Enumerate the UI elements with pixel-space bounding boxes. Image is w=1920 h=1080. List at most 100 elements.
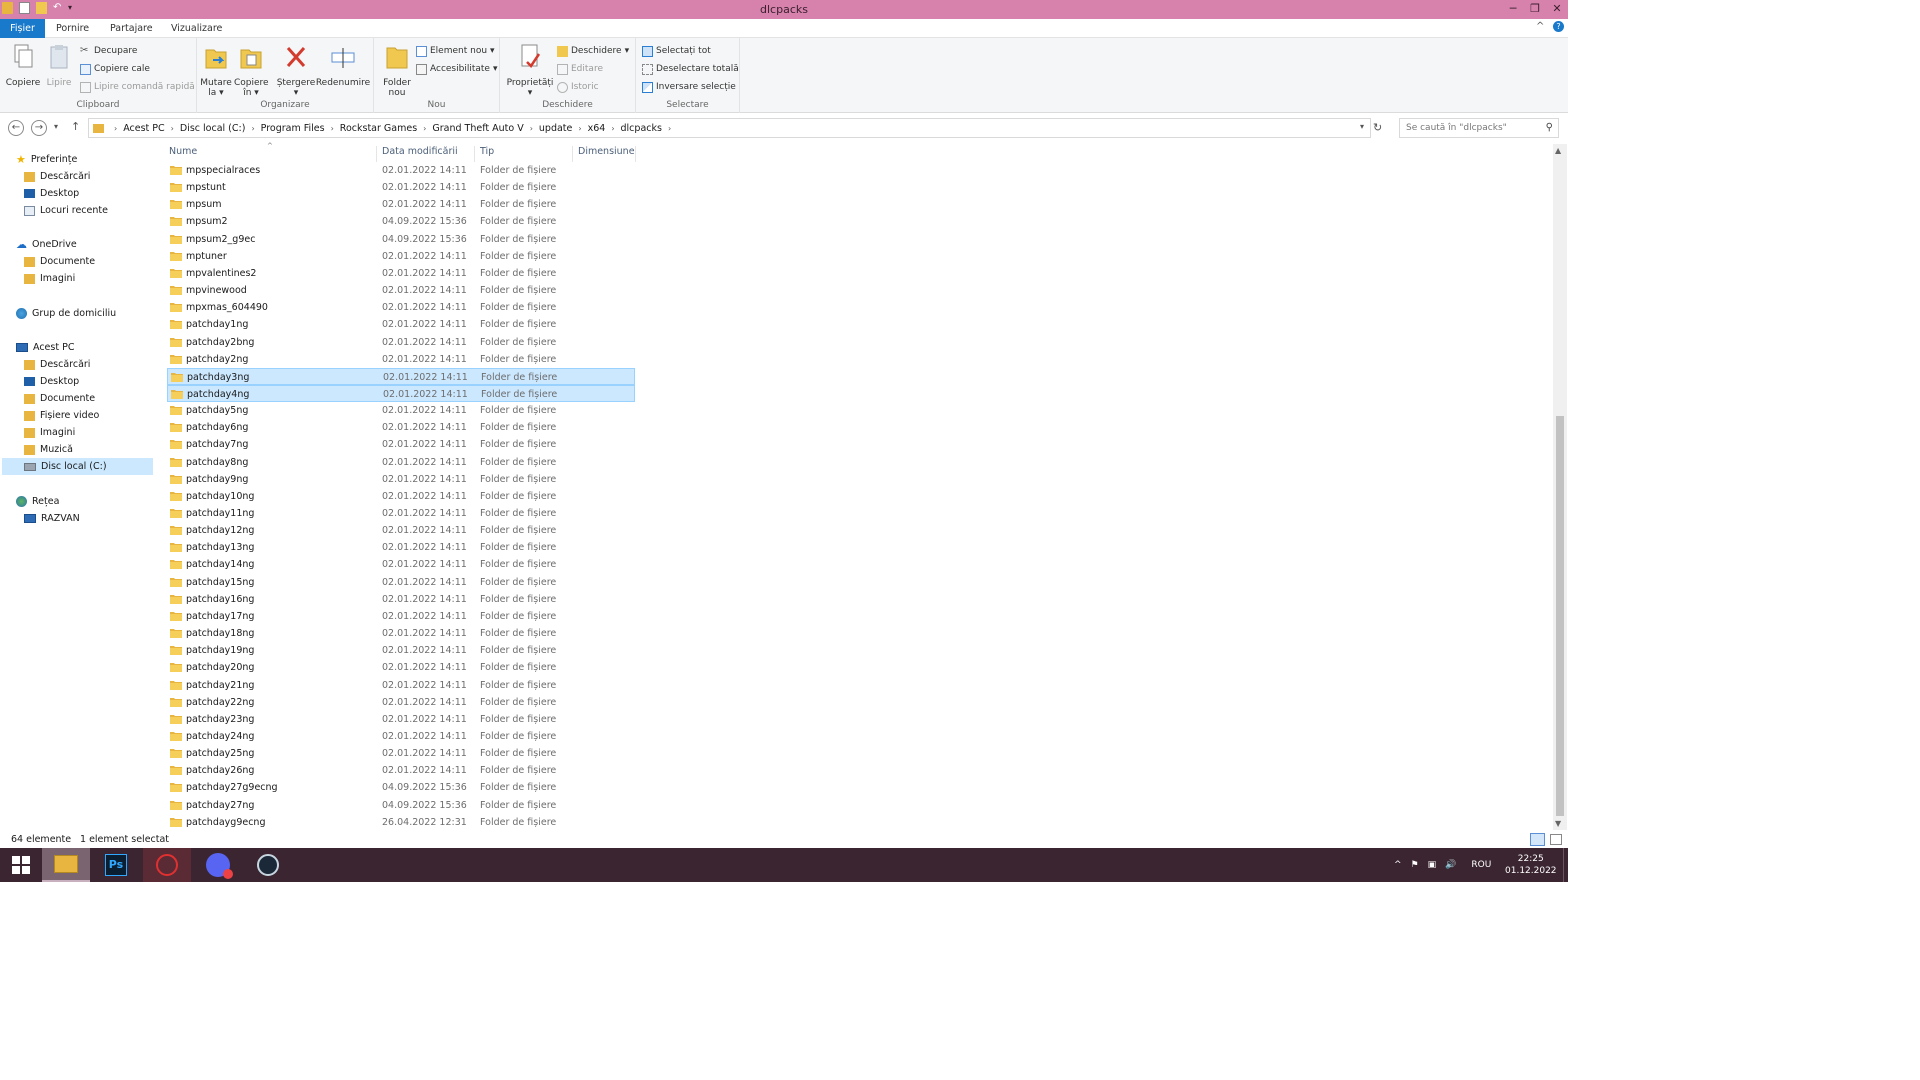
edit-button[interactable]: Editare [557,61,603,77]
column-divider[interactable] [572,146,573,162]
column-header-type[interactable]: Tip [480,146,494,162]
nav-onedrive-images[interactable]: Imagini [24,270,75,287]
breadcrumb-separator-icon[interactable]: › [423,124,426,133]
select-none-button[interactable]: Deselectare totală [642,61,739,77]
nav-favorites-desktop[interactable]: Desktop [24,185,79,202]
up-button[interactable]: ↑ [71,120,80,133]
table-row[interactable]: patchday2bng 02.01.2022 14:11 Folder de fi… [167,334,635,351]
table-row[interactable]: patchday3ng 02.01.2022 14:11 Folder de fiș… [167,367,635,385]
details-view-icon[interactable] [1530,833,1545,846]
minimize-button[interactable]: ─ [1502,0,1524,19]
column-divider[interactable] [474,146,475,162]
copy-button[interactable]: Copiere [4,42,42,88]
rename-button[interactable]: Redenumire [315,42,371,88]
table-row[interactable]: mpvinewood 02.01.2022 14:11 Folder de fiși… [167,282,635,299]
nav-network[interactable]: Rețea [16,493,59,510]
open-button[interactable]: Deschidere ▾ [557,43,629,59]
nav-pc-music[interactable]: Muzică [24,441,73,458]
table-row[interactable]: patchday6ng 02.01.2022 14:11 Folder de fiș… [167,419,635,436]
breadcrumb-separator-icon[interactable]: › [578,124,581,133]
table-row[interactable]: mpstunt 02.01.2022 14:11 Folder de fișiere [167,179,635,196]
start-button[interactable] [0,848,42,882]
table-row[interactable]: mptuner 02.01.2022 14:11 Folder de fișiere [167,248,635,265]
table-row[interactable]: patchday25ng 02.01.2022 14:11 Folder de fi… [167,745,635,762]
table-row[interactable]: patchday13ng 02.01.2022 14:11 Folder de fi… [167,539,635,556]
nav-pc-videos[interactable]: Fișiere video [24,407,99,424]
scroll-thumb[interactable] [1556,416,1564,816]
nav-pc-downloads[interactable]: Descărcări [24,356,90,373]
column-header-name[interactable]: Nume [169,146,197,162]
table-row[interactable]: patchday5ng 02.01.2022 14:11 Folder de fiș… [167,402,635,419]
copy-to-button[interactable]: Copiere în ▾ [234,42,269,98]
table-row[interactable]: patchday12ng 02.01.2022 14:11 Folder de fi… [167,522,635,539]
table-row[interactable]: mpspecialraces 02.01.2022 14:11 Folder de … [167,162,635,179]
table-row[interactable]: patchday19ng 02.01.2022 14:11 Folder de fi… [167,642,635,659]
nav-pc-local-disk[interactable]: Disc local (C:) [2,458,153,475]
table-row[interactable]: patchday2ng 02.01.2022 14:11 Folder de fiș… [167,351,635,368]
breadcrumb-separator-icon[interactable]: › [331,124,334,133]
taskbar-steam[interactable] [244,848,292,882]
breadcrumb-separator-icon[interactable]: › [251,124,254,133]
table-row[interactable]: patchday22ng 02.01.2022 14:11 Folder de fi… [167,694,635,711]
taskbar-photoshop[interactable]: Ps [92,848,140,882]
tab-share[interactable]: Partajare [110,19,153,38]
breadcrumb-dlcpacks[interactable]: dlcpacks [621,123,662,134]
column-header-date[interactable]: Data modificării [382,146,458,162]
table-row[interactable]: patchday10ng 02.01.2022 14:11 Folder de fi… [167,488,635,505]
tab-home[interactable]: Pornire [56,19,89,38]
network-tray-icon[interactable]: ▣ [1428,860,1437,870]
breadcrumb-separator-icon[interactable]: › [171,124,174,133]
search-icon[interactable]: ⚲ [1546,122,1553,133]
breadcrumb-separator-icon[interactable]: › [611,124,614,133]
new-folder-button[interactable]: Folder nou [380,42,414,98]
address-dropdown-icon[interactable]: ▾ [1360,122,1364,131]
breadcrumb-gta-v[interactable]: Grand Theft Auto V [432,123,523,134]
paste-button[interactable]: Lipire [44,42,74,88]
flag-icon[interactable]: ⚑ [1411,860,1419,870]
table-row[interactable]: patchday1ng 02.01.2022 14:11 Folder de fiș… [167,316,635,333]
table-row[interactable]: patchday21ng 02.01.2022 14:11 Folder de fi… [167,677,635,694]
breadcrumb-separator-icon[interactable]: › [530,124,533,133]
breadcrumb-program-files[interactable]: Program Files [261,123,325,134]
tab-view[interactable]: Vizualizare [171,19,222,38]
table-row[interactable]: patchday4ng 02.01.2022 14:11 Folder de fiș… [167,384,635,402]
collapse-ribbon-icon[interactable]: ^ [1536,21,1544,32]
table-row[interactable]: patchday17ng 02.01.2022 14:11 Folder de fi… [167,608,635,625]
table-row[interactable]: patchday16ng 02.01.2022 14:11 Folder de fi… [167,591,635,608]
tray-expand-icon[interactable]: ^ [1394,860,1402,870]
table-row[interactable]: patchday8ng 02.01.2022 14:11 Folder de fiș… [167,454,635,471]
delete-button[interactable]: Ștergere ▾ [276,42,316,98]
taskbar-app-red[interactable] [143,848,191,882]
table-row[interactable]: patchday15ng 02.01.2022 14:11 Folder de fi… [167,574,635,591]
vertical-scrollbar[interactable]: ▲ ▼ [1553,144,1567,830]
new-item-button[interactable]: Element nou ▾ [416,43,495,59]
breadcrumb-x64[interactable]: x64 [588,123,606,134]
show-desktop-button[interactable] [1563,848,1568,882]
table-row[interactable]: patchday14ng 02.01.2022 14:11 Folder de fi… [167,556,635,573]
nav-onedrive[interactable]: ☁ OneDrive [16,236,77,253]
table-row[interactable]: patchday20ng 02.01.2022 14:11 Folder de fi… [167,659,635,676]
easy-access-button[interactable]: Accesibilitate ▾ [416,61,497,77]
table-row[interactable]: mpsum 02.01.2022 14:11 Folder de fișiere [167,196,635,213]
table-row[interactable]: patchdayg9ecng 26.04.2022 12:31 Folder de … [167,814,635,831]
column-divider[interactable] [635,146,636,162]
language-indicator[interactable]: ROU [1471,860,1491,870]
history-button[interactable]: Istoric [557,79,599,95]
nav-pc-desktop[interactable]: Desktop [24,373,79,390]
table-row[interactable]: patchday24ng 02.01.2022 14:11 Folder de fi… [167,728,635,745]
breadcrumb-local-disk[interactable]: Disc local (C:) [180,123,246,134]
large-icons-view-icon[interactable] [1550,834,1562,845]
refresh-icon[interactable]: ↻ [1373,121,1382,134]
nav-homegroup[interactable]: Grup de domiciliu [16,305,116,322]
nav-favorites[interactable]: ★ Preferințe [16,151,77,168]
breadcrumb-this-pc[interactable]: Acest PC [123,123,164,134]
copy-path-button[interactable]: Copiere cale [80,61,150,77]
select-all-button[interactable]: Selectați tot [642,43,711,59]
move-to-button[interactable]: Mutare la ▾ [199,42,233,98]
breadcrumb-update[interactable]: update [539,123,572,134]
nav-onedrive-documents[interactable]: Documente [24,253,95,270]
invert-selection-button[interactable]: Inversare selecție [642,79,736,95]
scroll-up-icon[interactable]: ▲ [1555,146,1561,155]
recent-locations-chevron-icon[interactable]: ▾ [54,122,58,131]
nav-favorites-recent[interactable]: Locuri recente [24,202,108,219]
